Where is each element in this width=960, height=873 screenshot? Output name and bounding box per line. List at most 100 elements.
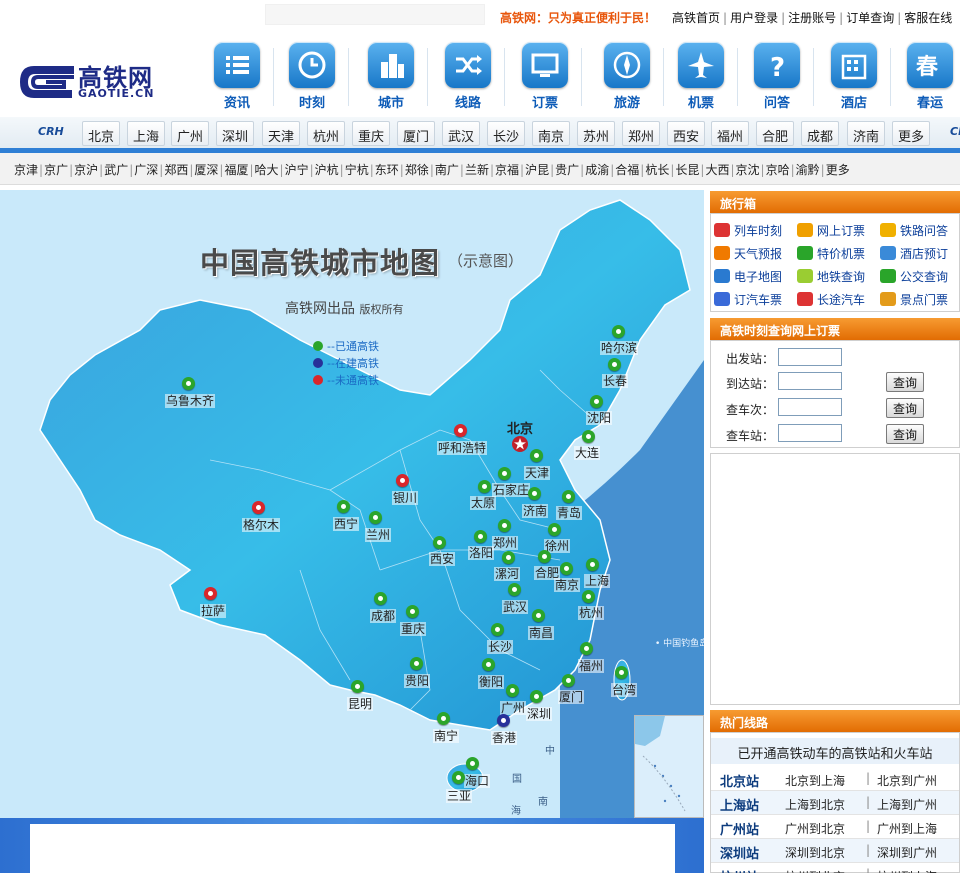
hot-station[interactable]: 北京站 <box>720 771 759 790</box>
city-label[interactable]: 重庆 <box>400 622 427 636</box>
city-pin[interactable] <box>532 609 545 622</box>
line-link[interactable]: 郑西 <box>164 163 188 177</box>
city-pin[interactable] <box>615 666 628 679</box>
city-label[interactable]: 福州 <box>578 659 605 673</box>
city-label[interactable]: 海口 <box>464 774 491 788</box>
top-search-input[interactable] <box>265 4 485 25</box>
city-label[interactable]: 郑州 <box>492 536 519 550</box>
tool-car[interactable]: 长途汽车 <box>797 291 865 308</box>
city-pin[interactable] <box>506 684 519 697</box>
city-label[interactable]: 成都 <box>370 609 397 623</box>
line-link[interactable]: 京沪 <box>74 163 98 177</box>
city-pin[interactable] <box>204 587 217 600</box>
city-label[interactable]: 西宁 <box>333 517 360 531</box>
nav-question[interactable]: ? 问答 <box>747 42 807 111</box>
china-map[interactable]: 中国高铁城市地图 （示意图） 高铁网出品 版权所有 --已通高铁 --在建高铁 --… <box>0 190 704 818</box>
city-pin[interactable] <box>586 558 599 571</box>
tool-plane[interactable]: 特价机票 <box>797 245 865 262</box>
city-label[interactable]: 青岛 <box>556 506 583 520</box>
city-button[interactable]: 苏州 <box>577 121 616 146</box>
nav-list[interactable]: 资讯 <box>207 42 267 111</box>
tool-globe[interactable]: 电子地图 <box>714 268 782 285</box>
city-button[interactable]: 广州 <box>171 121 210 146</box>
hot-station[interactable]: 广州站 <box>720 819 759 838</box>
line-link[interactable]: 成渝 <box>585 163 609 177</box>
city-label[interactable]: 沈阳 <box>586 411 613 425</box>
capital-star-icon[interactable] <box>512 436 528 455</box>
city-pin[interactable] <box>482 658 495 671</box>
city-pin[interactable] <box>369 511 382 524</box>
city-label[interactable]: 乌鲁木齐 <box>165 394 216 408</box>
city-label[interactable]: 台湾 <box>611 683 638 697</box>
tool-scenic[interactable]: 景点门票 <box>880 291 948 308</box>
nav-clock[interactable]: 时刻 <box>282 42 342 111</box>
tool-question[interactable]: 铁路问答 <box>880 222 948 239</box>
nav-shuffle[interactable]: 线路 <box>438 42 498 111</box>
city-pin[interactable] <box>560 562 573 575</box>
line-link[interactable]: 京福 <box>495 163 519 177</box>
city-button[interactable]: 深圳 <box>216 121 255 146</box>
hot-route-link[interactable]: 广州到北京 <box>785 820 845 837</box>
city-label[interactable]: 南京 <box>554 578 581 592</box>
hot-station[interactable]: 深圳站 <box>720 843 759 862</box>
line-link[interactable]: 沪昆 <box>525 163 549 177</box>
city-button[interactable]: 济南 <box>847 121 886 146</box>
line-link[interactable]: 宁杭 <box>345 163 369 177</box>
city-label[interactable]: 天津 <box>524 466 551 480</box>
city-label[interactable]: 香港 <box>491 731 518 745</box>
link-login[interactable]: 用户登录 <box>730 11 778 25</box>
city-pin[interactable] <box>410 657 423 670</box>
city-label[interactable]: 太原 <box>470 496 497 510</box>
city-pin[interactable] <box>562 490 575 503</box>
route-query-button[interactable]: 查询 <box>886 372 924 392</box>
city-pin[interactable] <box>498 519 511 532</box>
hot-route-link[interactable]: 上海到北京 <box>785 796 845 813</box>
city-pin[interactable] <box>582 590 595 603</box>
city-label[interactable]: 杭州 <box>578 606 605 620</box>
city-pin[interactable] <box>396 474 409 487</box>
line-link[interactable]: 京沈 <box>736 163 760 177</box>
city-pin[interactable] <box>612 325 625 338</box>
line-link[interactable]: 福厦 <box>224 163 248 177</box>
city-pin[interactable] <box>454 424 467 437</box>
station-query-button[interactable]: 查询 <box>886 424 924 444</box>
city-button[interactable]: 北京 <box>82 121 121 146</box>
from-input[interactable] <box>778 348 842 366</box>
link-home[interactable]: 高铁首页 <box>672 11 720 25</box>
city-pin[interactable] <box>252 501 265 514</box>
city-pin[interactable] <box>433 536 446 549</box>
link-customer-service[interactable]: 客服在线 <box>904 11 952 25</box>
city-label[interactable]: 深圳 <box>526 707 553 721</box>
tool-hotel[interactable]: 酒店预订 <box>880 245 948 262</box>
tool-ticket[interactable]: 网上订票 <box>797 222 865 239</box>
train-input[interactable] <box>778 398 842 416</box>
line-link[interactable]: 大西 <box>705 163 729 177</box>
nav-buildings[interactable]: 城市 <box>361 42 421 111</box>
city-pin[interactable] <box>478 480 491 493</box>
city-pin[interactable] <box>491 623 504 636</box>
city-pin[interactable] <box>452 771 465 784</box>
tool-train[interactable]: 列车时刻 <box>714 222 782 239</box>
city-label[interactable]: 石家庄 <box>492 483 531 497</box>
line-link[interactable]: 南广 <box>435 163 459 177</box>
hot-route-link[interactable]: 广州到上海 <box>877 820 937 837</box>
line-link[interactable]: 广深 <box>134 163 158 177</box>
city-label[interactable]: 上海 <box>584 574 611 588</box>
hot-route-link[interactable]: 深圳到广州 <box>877 844 937 861</box>
line-link[interactable]: 兰新 <box>465 163 489 177</box>
line-link[interactable]: 厦深 <box>194 163 218 177</box>
line-link[interactable]: 长昆 <box>675 163 699 177</box>
city-label[interactable]: 拉萨 <box>200 604 227 618</box>
train-query-button[interactable]: 查询 <box>886 398 924 418</box>
tool-subway[interactable]: 地铁查询 <box>797 268 865 285</box>
city-label[interactable]: 长春 <box>602 374 629 388</box>
city-label[interactable]: 南宁 <box>433 729 460 743</box>
city-label[interactable]: 兰州 <box>365 528 392 542</box>
city-pin[interactable] <box>374 592 387 605</box>
city-pin[interactable] <box>608 358 621 371</box>
city-label[interactable]: 济南 <box>522 504 549 518</box>
site-logo[interactable]: 高铁网 GAOTIE.CN <box>16 60 161 102</box>
nav-hotel[interactable]: 酒店 <box>824 42 884 111</box>
city-pin[interactable] <box>582 430 595 443</box>
city-label[interactable]: 大连 <box>574 446 601 460</box>
